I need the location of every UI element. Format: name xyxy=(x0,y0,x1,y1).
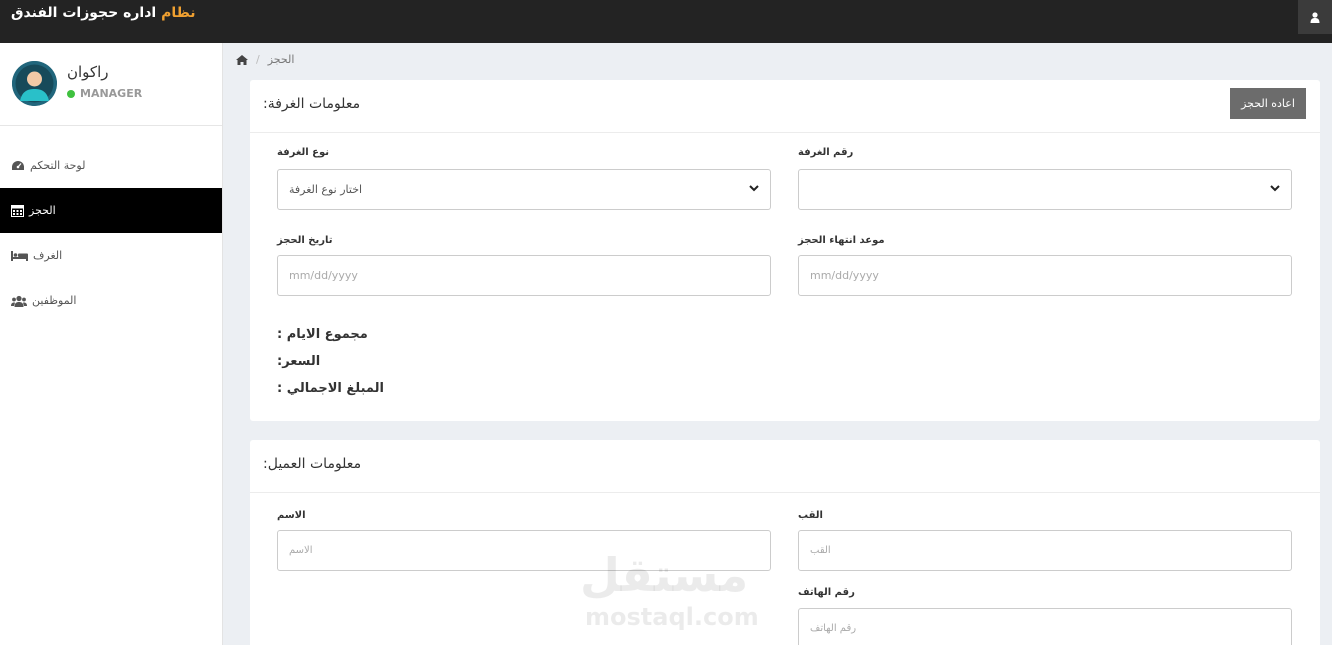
end-date-placeholder: mm/dd/yyyy xyxy=(810,269,879,282)
app-title-accent: نظام xyxy=(161,5,196,21)
room-number-label: رقم الغرفة xyxy=(798,147,854,158)
end-date-input[interactable]: mm/dd/yyyy xyxy=(798,255,1292,296)
avatar xyxy=(12,61,57,106)
client-info-panel: :معلومات العميل الاسم الاسم القب القب رق… xyxy=(250,440,1320,645)
total-days-label: : مجموع الايام xyxy=(277,327,368,342)
watermark-latin: mostaql.com xyxy=(585,603,759,631)
user-menu-button[interactable] xyxy=(1298,0,1332,34)
sidebar-item-rooms[interactable]: الغرف xyxy=(0,233,222,278)
client-info-title: :معلومات العميل xyxy=(263,456,362,472)
sidebar-item-label: الموظفين xyxy=(32,294,77,307)
calendar-icon xyxy=(11,205,24,217)
phone-label: رقم الهاتف xyxy=(798,587,855,598)
chevron-down-icon xyxy=(1270,185,1280,192)
user-role-label: MANAGER xyxy=(80,87,143,100)
chevron-down-icon xyxy=(749,185,759,192)
room-number-select[interactable] xyxy=(798,169,1292,210)
app-title-text: اداره حجوزات الفندق xyxy=(11,5,162,21)
sidebar-item-label: لوحة التحكم xyxy=(30,159,86,172)
end-date-label: موعد انتهاء الحجز xyxy=(798,235,885,246)
room-type-select[interactable]: اختار نوع الغرفة xyxy=(277,169,771,210)
users-icon xyxy=(11,295,27,307)
sidebar-item-label: الغرف xyxy=(33,249,63,262)
user-icon xyxy=(1310,11,1320,23)
reset-booking-button[interactable]: اعاده الحجز xyxy=(1230,88,1306,119)
total-amount-label: : المبلغ الاجمالي xyxy=(277,381,384,396)
breadcrumb: / الحجز xyxy=(236,53,294,66)
user-role: MANAGER xyxy=(67,87,142,100)
room-info-panel: :معلومات الغرفة اعاده الحجز نوع الغرفة ا… xyxy=(250,80,1320,421)
phone-placeholder: رقم الهاتف xyxy=(810,623,857,634)
sidebar-item-label: الحجز xyxy=(29,204,56,217)
bed-icon xyxy=(11,250,28,261)
watermark-arabic: مستقل xyxy=(580,548,749,602)
last-name-input[interactable]: القب xyxy=(798,530,1292,571)
room-type-label: نوع الغرفة xyxy=(277,147,329,158)
online-status-icon xyxy=(67,89,75,98)
booking-date-placeholder: mm/dd/yyyy xyxy=(289,269,358,282)
client-info-header: :معلومات العميل xyxy=(250,440,1320,493)
room-info-header: :معلومات الغرفة اعاده الحجز xyxy=(250,80,1320,133)
first-name-label: الاسم xyxy=(277,510,306,521)
breadcrumb-separator: / xyxy=(256,53,260,66)
user-name: راكوان xyxy=(67,63,109,81)
price-label: :السعر xyxy=(277,354,321,369)
room-info-title: :معلومات الغرفة xyxy=(263,96,361,112)
sidebar-item-booking[interactable]: الحجز xyxy=(0,188,222,233)
sidebar-nav: لوحة التحكم الحجز الغرف الموظفين xyxy=(0,143,222,323)
phone-input[interactable]: رقم الهاتف xyxy=(798,608,1292,645)
room-type-value: اختار نوع الغرفة xyxy=(289,183,363,196)
home-icon[interactable] xyxy=(236,54,248,65)
sidebar-item-employees[interactable]: الموظفين xyxy=(0,278,222,323)
user-profile: راكوان MANAGER xyxy=(0,43,222,126)
sidebar-item-dashboard[interactable]: لوحة التحكم xyxy=(0,143,222,188)
last-name-label: القب xyxy=(798,510,823,521)
sidebar: راكوان MANAGER لوحة التحكم الحجز الغرف ا… xyxy=(0,43,223,645)
booking-date-input[interactable]: mm/dd/yyyy xyxy=(277,255,771,296)
dashboard-icon xyxy=(12,161,24,170)
breadcrumb-current: الحجز xyxy=(267,53,295,66)
app-title: نظام اداره حجوزات الفندق xyxy=(11,5,195,21)
booking-date-label: تاريخ الحجز xyxy=(277,235,333,246)
top-bar: نظام اداره حجوزات الفندق xyxy=(0,0,1332,43)
first-name-placeholder: الاسم xyxy=(289,545,313,556)
last-name-placeholder: القب xyxy=(810,545,831,556)
